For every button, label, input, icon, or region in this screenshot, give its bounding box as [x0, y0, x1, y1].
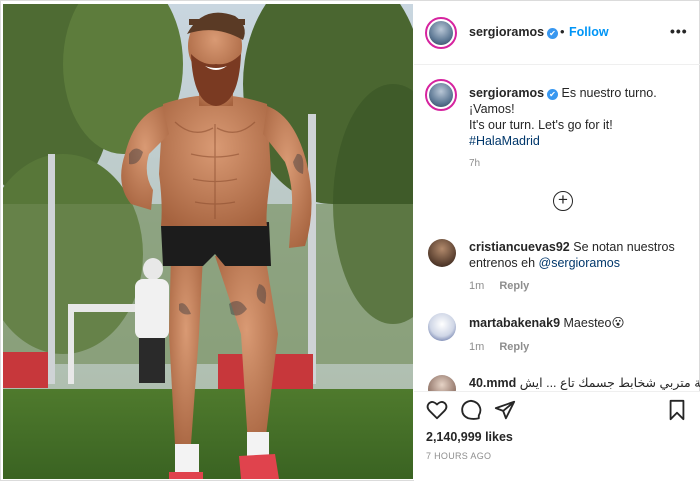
caption-timestamp: 7h: [469, 158, 481, 169]
comment: 40.mmd الوصية متربي شخابط جسمك تاع ... ا…: [414, 373, 700, 391]
header-username-row: sergioramos ✔: [469, 25, 559, 39]
header-username[interactable]: sergioramos: [469, 25, 544, 39]
comment-text: 40.mmd الوصية متربي شخابط جسمك تاع ... ا…: [469, 375, 700, 391]
verified-badge-icon: ✔: [547, 89, 559, 100]
verified-badge-icon: ✔: [547, 28, 559, 39]
load-more-comments-button[interactable]: +: [553, 191, 573, 211]
like-count[interactable]: 2,140,999 likes: [426, 430, 513, 444]
caption-line-1: Es nuestro turno.: [561, 86, 657, 100]
comment-meta: 1m Reply: [469, 341, 541, 353]
post-header: sergioramos ✔ • Follow •••: [414, 1, 700, 65]
comment-time: 1m: [469, 341, 485, 353]
caption-line-2: ¡Vamos!: [469, 102, 515, 116]
more-options-icon[interactable]: •••: [670, 23, 688, 39]
share-icon[interactable]: [494, 399, 516, 421]
caption-hashtag[interactable]: #HalaMadrid: [469, 133, 694, 149]
post-sidebar: sergioramos ✔ • Follow ••• sergioramos ✔ E…: [414, 1, 700, 482]
caption-line-3: It's our turn. Let's go for it!: [469, 118, 613, 132]
follow-button[interactable]: Follow: [569, 25, 609, 39]
comment-text: martabakenak9 Maesteo😮: [469, 315, 694, 331]
reply-button[interactable]: Reply: [499, 341, 529, 353]
player-photo-illustration: [3, 4, 413, 479]
comment-time: 1m: [469, 280, 485, 292]
comment-username[interactable]: cristiancuevas92: [469, 240, 570, 254]
heart-icon[interactable]: [426, 399, 448, 421]
comment-body: الوصية متربي شخابط جسمك تاع ... ايش: [519, 376, 700, 390]
separator-dot: •: [560, 24, 565, 39]
comment-username[interactable]: 40.mmd: [469, 376, 516, 390]
avatar[interactable]: [428, 313, 456, 341]
comment-icon[interactable]: [460, 399, 482, 421]
avatar[interactable]: [425, 17, 457, 49]
avatar[interactable]: [428, 239, 456, 267]
comment-body: Maesteo: [563, 316, 612, 330]
caption-avatar[interactable]: [425, 79, 457, 111]
post-actions: 2,140,999 likes 7 HOURS AGO: [414, 391, 700, 482]
avatar[interactable]: [428, 375, 456, 391]
comment-meta: 1m Reply: [469, 280, 541, 292]
instagram-post: sergioramos ✔ • Follow ••• sergioramos ✔ E…: [0, 0, 700, 482]
comment-text: cristiancuevas92 Se notan nuestros entre…: [469, 239, 694, 271]
caption-username[interactable]: sergioramos: [469, 86, 544, 100]
astonished-face-icon: 😮: [611, 316, 625, 330]
comment-username[interactable]: martabakenak9: [469, 316, 560, 330]
comment-mention[interactable]: @sergioramos: [539, 256, 620, 270]
post-timestamp: 7 HOURS AGO: [426, 451, 492, 461]
reply-button[interactable]: Reply: [499, 280, 529, 292]
bookmark-icon[interactable]: [666, 399, 688, 421]
post-photo[interactable]: [3, 4, 413, 479]
caption-text: sergioramos ✔ Es nuestro turno. ¡Vamos! I…: [469, 85, 694, 149]
